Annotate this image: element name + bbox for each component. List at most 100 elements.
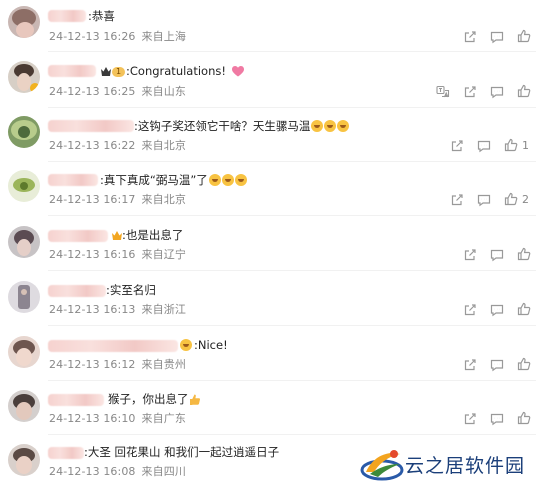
comment-icon[interactable]: [477, 193, 491, 207]
comment-meta: 24-12-13 16:16 来自辽宁: [49, 248, 186, 261]
comment-icon[interactable]: [490, 412, 504, 426]
comment-text-line: :这钩子奖还领它干啥？天生骡马温: [134, 119, 350, 133]
crown-icon: [112, 231, 122, 240]
comment-text: :实至名归: [106, 283, 156, 297]
like-icon[interactable]: [517, 411, 531, 425]
laugh-emoji-icon: [234, 174, 247, 186]
like-icon[interactable]: [504, 192, 518, 206]
divider: [48, 270, 536, 271]
comment-time: 24-12-13 16:22: [49, 139, 136, 152]
comment-meta: 24-12-13 16:25 来自山东: [49, 85, 186, 98]
comment-time: 24-12-13 16:26: [49, 30, 136, 43]
comment-meta: 24-12-13 16:10 来自广东: [49, 412, 186, 425]
like-icon[interactable]: [517, 247, 531, 261]
share-icon[interactable]: [463, 248, 477, 262]
thumbs-up-icon: [189, 394, 200, 405]
watermark-text: 云之居软件园: [405, 455, 526, 477]
avatar[interactable]: [8, 444, 40, 476]
comment-item: :Nice! 24-12-13 16:12 来自贵州: [0, 330, 550, 384]
comment-time: 24-12-13 16:08: [49, 465, 136, 478]
avatar[interactable]: [8, 390, 40, 422]
divider: [48, 51, 536, 52]
username-blurred[interactable]: [48, 447, 84, 459]
comment-item: :实至名归 24-12-13 16:13 来自浙江: [0, 275, 550, 329]
level-badge: 1: [112, 67, 125, 77]
avatar[interactable]: [8, 336, 40, 368]
comment-icon[interactable]: [490, 358, 504, 372]
comment-text: :这钩子奖还领它干啥？天生骡马温: [134, 119, 311, 133]
like-count: 1: [522, 139, 529, 152]
share-icon[interactable]: [463, 85, 477, 99]
comment-meta: 24-12-13 16:26 来自上海: [49, 30, 186, 43]
comment-text-line: :Nice!: [180, 338, 228, 352]
share-icon[interactable]: [463, 412, 477, 426]
comment-text: :Nice!: [194, 338, 228, 352]
divider: [48, 215, 536, 216]
comment-item: :这钩子奖还领它干啥？天生骡马温 24-12-13 16:22 来自北京 1: [0, 110, 550, 164]
username-blurred[interactable]: [48, 230, 108, 242]
comment-item: :真下真成“弼马温”了 24-12-13 16:17 来自北京 2: [0, 164, 550, 218]
comment-time: 24-12-13 16:13: [49, 303, 136, 316]
comment-icon[interactable]: [490, 30, 504, 44]
comment-item: :恭喜 24-12-13 16:26 来自上海: [0, 0, 550, 54]
comment-text-line: :也是出息了: [110, 228, 183, 242]
comment-item: 猴子，你出息了 24-12-13 16:10 来自广东: [0, 384, 550, 438]
username-blurred[interactable]: [48, 285, 106, 297]
comment-time: 24-12-13 16:10: [49, 412, 136, 425]
laugh-emoji-icon: [311, 120, 324, 132]
comment-meta: 24-12-13 16:08 来自四川: [49, 465, 186, 478]
avatar[interactable]: [8, 226, 40, 258]
crown-icon: [101, 67, 111, 76]
divider: [48, 161, 536, 162]
avatar[interactable]: [8, 6, 40, 38]
username-blurred[interactable]: [48, 394, 104, 406]
share-icon[interactable]: [450, 193, 464, 207]
avatar[interactable]: [8, 281, 40, 313]
divider: [48, 107, 536, 108]
comment-icon[interactable]: [477, 139, 491, 153]
laugh-emoji-icon: [337, 120, 350, 132]
comment-meta: 24-12-13 16:17 来自北京: [49, 193, 186, 206]
username-blurred[interactable]: [48, 340, 178, 352]
comment-time: 24-12-13 16:25: [49, 85, 136, 98]
divider: [48, 434, 536, 435]
comment-text: :恭喜: [88, 9, 115, 23]
comment-location: 来自上海: [141, 30, 186, 43]
share-icon[interactable]: [463, 303, 477, 317]
comment-location: 来自北京: [141, 193, 186, 206]
divider: [48, 325, 536, 326]
username-blurred[interactable]: [48, 10, 86, 22]
comment-icon[interactable]: [490, 85, 504, 99]
comment-text: 猴子，你出息了: [108, 392, 189, 406]
like-icon[interactable]: [517, 357, 531, 371]
laugh-emoji-icon: [208, 174, 221, 186]
like-icon[interactable]: [517, 302, 531, 316]
share-icon[interactable]: [463, 358, 477, 372]
username-blurred[interactable]: [48, 65, 96, 77]
avatar[interactable]: [8, 61, 40, 93]
share-icon[interactable]: [463, 30, 477, 44]
comment-location: 来自辽宁: [141, 248, 186, 261]
watermark: 云之居软件园: [360, 444, 550, 482]
comment-meta: 24-12-13 16:12 来自贵州: [49, 358, 186, 371]
like-icon[interactable]: [504, 138, 518, 152]
like-icon[interactable]: [517, 29, 531, 43]
like-icon[interactable]: [517, 84, 531, 98]
comment-text-line: 猴子，你出息了: [108, 392, 200, 406]
translate-icon[interactable]: [436, 85, 450, 99]
comment-item: 1:Congratulations! 24-12-13 16:25 来自山东: [0, 55, 550, 109]
comment-text: :Congratulations!: [126, 64, 226, 78]
avatar[interactable]: [8, 170, 40, 202]
username-blurred[interactable]: [48, 120, 134, 132]
comment-icon[interactable]: [490, 303, 504, 317]
comment-text: :真下真成“弼马温”了: [100, 173, 208, 187]
comment-icon[interactable]: [490, 248, 504, 262]
comment-text-line: 1:Congratulations!: [99, 64, 244, 78]
share-icon[interactable]: [450, 139, 464, 153]
laugh-emoji-icon: [324, 120, 337, 132]
comment-meta: 24-12-13 16:22 来自北京: [49, 139, 186, 152]
username-blurred[interactable]: [48, 174, 98, 186]
comment-meta: 24-12-13 16:13 来自浙江: [49, 303, 186, 316]
comment-time: 24-12-13 16:17: [49, 193, 136, 206]
avatar[interactable]: [8, 116, 40, 148]
